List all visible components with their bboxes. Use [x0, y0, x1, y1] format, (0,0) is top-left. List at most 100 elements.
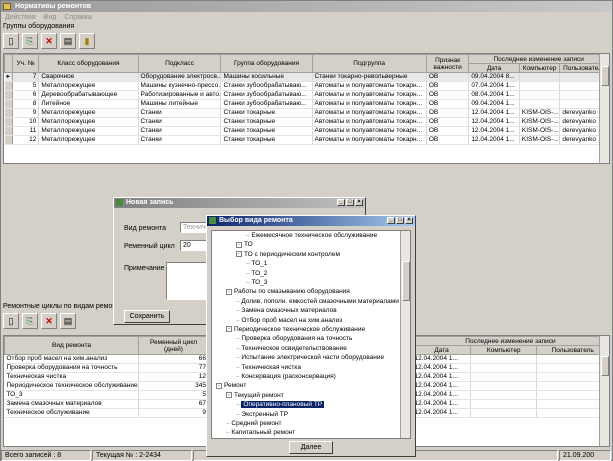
tree-node[interactable]: – Экстренный ТР — [236, 411, 288, 419]
table-row[interactable]: 5 Металлорежущее Машины кузнечно-прессо...… — [4, 81, 609, 91]
cell-date: 09.04.2004 1... — [468, 99, 520, 109]
tree-node[interactable]: - ТО — [236, 241, 253, 249]
tree-node[interactable]: - Текущий ремонт — [226, 392, 284, 400]
tree-node[interactable]: – ТО_2 — [246, 270, 267, 278]
table-row[interactable]: ТО_3 5 — [4, 390, 208, 400]
top-grid-scroll-thumb[interactable] — [601, 66, 609, 86]
maximize-button[interactable]: □ — [396, 217, 404, 224]
print-button[interactable]: ▤ — [60, 33, 76, 49]
copy-record-button[interactable]: ⎘ — [22, 33, 38, 49]
cycle-print-button[interactable]: ▤ — [60, 313, 76, 329]
table-row[interactable]: 6 Деревообрабатывающее Работизированные и … — [4, 90, 609, 100]
tree-node[interactable]: – Испытание электрической части оборудов… — [236, 354, 384, 362]
table-row[interactable]: Отбор проб масел на хим.анализ 66 — [4, 354, 208, 364]
tree-node[interactable]: - Ремонт — [216, 382, 246, 390]
next-button[interactable]: Далее — [289, 441, 333, 454]
tree-node[interactable]: – Техническая чистка — [236, 364, 301, 372]
tree-node[interactable]: – Отбор проб масел на хим.анализ — [236, 317, 342, 325]
table-row[interactable]: 12.04.2004 1... — [412, 390, 609, 400]
table-row[interactable]: 8 Литейное Машины литейные Станки зубообраб… — [4, 99, 609, 109]
table-row[interactable]: Проверка оборудования на точность 77 — [4, 363, 208, 373]
collapse-toggle-icon[interactable]: - — [236, 241, 242, 248]
bottom-grid-scroll-thumb[interactable] — [601, 356, 609, 376]
col-header-importance[interactable]: Признак важности — [425, 54, 470, 73]
col-header-num[interactable]: Уч. № — [12, 54, 40, 73]
collapse-toggle-icon[interactable]: - — [216, 382, 222, 389]
tree-node[interactable]: - ТО с периодическим контролем — [236, 251, 340, 259]
minimize-button[interactable]: _ — [387, 217, 395, 224]
table-row[interactable]: 12 Металлорежущее Станки Станки токарные Авт… — [4, 135, 609, 145]
table-row[interactable]: 12.04.2004 1... — [412, 354, 609, 364]
table-row[interactable]: 12.04.2004 1... — [412, 408, 609, 418]
table-row[interactable]: ▸ 7 Сварочное Оборудование электросв... Маши… — [4, 72, 609, 82]
delete-button[interactable]: ✕ — [41, 33, 57, 49]
tree-node[interactable]: – ТО_1 — [246, 260, 267, 268]
collapse-toggle-icon[interactable]: - — [226, 392, 232, 399]
repair-type-tree[interactable]: – Ежемесячное техническое обслуживание - Т… — [211, 230, 411, 439]
tree-node[interactable]: – Замена смазочных материалов — [236, 307, 337, 315]
col-header-computer[interactable]: Компьютер — [518, 63, 561, 73]
col-header-group[interactable]: Группа оборудования — [220, 54, 313, 73]
tree-scroll-thumb[interactable] — [402, 261, 410, 301]
exit-button[interactable]: ▮ — [79, 33, 95, 49]
minimize-button[interactable]: _ — [337, 199, 345, 206]
cell-n: 12 — [12, 135, 40, 145]
tree-node[interactable]: – Ежемесячное техническое обслуживание — [246, 232, 377, 240]
repair-cycles-changes-grid[interactable]: Последнее изменение записи Дата Компьюте… — [411, 335, 610, 447]
table-row[interactable]: Замена смазочных материалов 67 — [4, 399, 208, 409]
repair-type-field[interactable]: Техниче — [180, 222, 208, 233]
cell-grp: Станки токарные — [220, 135, 313, 145]
maximize-button[interactable]: □ — [346, 199, 354, 206]
table-row[interactable]: 10 Металлорежущее Станки Станки токарные Авт… — [4, 117, 609, 127]
cycle-new-button[interactable]: ▯ — [3, 313, 19, 329]
close-button[interactable]: × — [355, 199, 363, 206]
col-header-cycle-days[interactable]: Ременный цикл (дней) — [138, 336, 208, 355]
new-record-button[interactable]: ▯ — [3, 33, 19, 49]
equipment-groups-grid[interactable]: Уч. № Класс оборудования Подкласс Группа… — [3, 53, 610, 164]
cycle-copy-button[interactable]: ⎘ — [22, 313, 38, 329]
col-header-computer-bottom[interactable]: Компьютер — [470, 345, 538, 355]
top-grid-scrollbar[interactable] — [599, 54, 609, 163]
col-header-date[interactable]: Дата — [468, 63, 520, 73]
row-indicator — [4, 90, 14, 100]
collapse-toggle-icon[interactable]: - — [226, 326, 232, 333]
tree-node[interactable]: – ТО_3 — [246, 279, 267, 287]
tree-node[interactable]: - Работы по смазыванию оборудования — [226, 288, 350, 296]
tree-node[interactable]: – Средний ремонт — [226, 420, 282, 428]
tree-node[interactable]: – Долив, пополн. емкостей смазочными мат… — [236, 298, 399, 306]
collapse-toggle-icon[interactable]: - — [236, 251, 242, 258]
tree-node[interactable]: – Техническое освидетельствование — [236, 345, 347, 353]
tree-node[interactable]: - Периодическое техническое обслуживание — [226, 326, 365, 334]
repair-cycles-grid[interactable]: Вид ремонта Ременный цикл (дней) Отбор п… — [3, 335, 209, 447]
bottom-grid-scrollbar[interactable] — [599, 336, 609, 446]
menu-help[interactable]: Справка — [64, 12, 91, 23]
table-row[interactable]: 12.04.2004 1... — [412, 381, 609, 391]
table-row[interactable]: 12.04.2004 1... — [412, 363, 609, 373]
col-header-repair-type[interactable]: Вид ремонта — [4, 336, 139, 355]
col-header-user-bottom[interactable]: Пользователь — [536, 345, 609, 355]
col-header-class[interactable]: Класс оборудования — [38, 54, 139, 73]
col-header-subclass[interactable]: Подкласс — [137, 54, 222, 73]
table-row[interactable]: Техническое обслуживание 9 — [4, 408, 208, 418]
tree-node[interactable]: – Оперативно-плановый ТР — [236, 401, 325, 409]
collapse-toggle-icon[interactable]: - — [226, 288, 232, 295]
table-row[interactable]: Периодическое техническое обслуживание 34… — [4, 381, 208, 391]
menu-view[interactable]: Вид — [44, 12, 57, 23]
table-row[interactable]: 12.04.2004 1... — [412, 372, 609, 382]
tree-node[interactable]: – Консервация (расконсервация) — [236, 373, 336, 381]
table-row[interactable]: 11 Металлорежущее Станки Станки токарные Авт… — [4, 126, 609, 136]
cycle-field[interactable]: 20 — [180, 240, 208, 251]
menu-actions[interactable]: Действия — [5, 12, 36, 23]
col-header-subgroup[interactable]: Подгруппа — [311, 54, 427, 73]
table-row[interactable]: Техническая чистка 12 — [4, 372, 208, 382]
tree-scrollbar[interactable] — [400, 231, 410, 438]
close-button[interactable]: × — [405, 217, 413, 224]
table-row[interactable]: 9 Металлорежущее Станки Станки токарные Авто… — [4, 108, 609, 118]
table-row[interactable]: 12.04.2004 1... — [412, 399, 609, 409]
cycle-delete-button[interactable]: ✕ — [41, 313, 57, 329]
note-field[interactable] — [166, 262, 208, 300]
save-button[interactable]: Сохранить — [124, 310, 170, 323]
col-header-date-bottom[interactable]: Дата — [412, 345, 472, 355]
tree-node[interactable]: – Проверка оборудования на точность — [236, 335, 352, 343]
tree-node[interactable]: – Капитальный ремонт — [226, 429, 295, 437]
